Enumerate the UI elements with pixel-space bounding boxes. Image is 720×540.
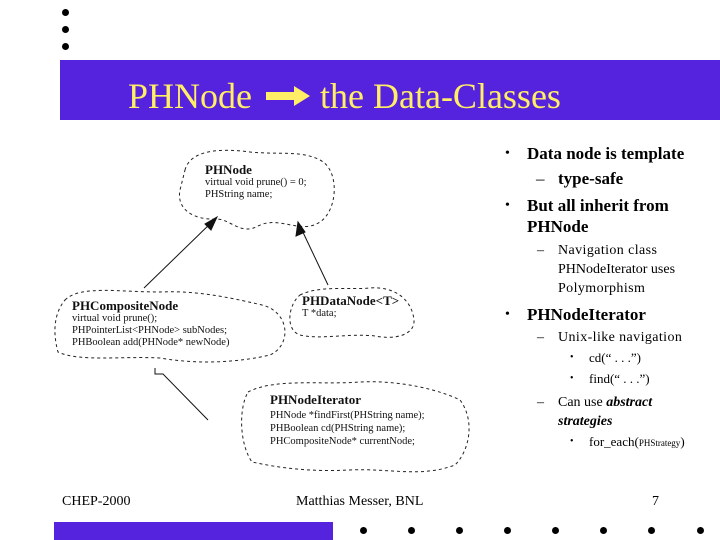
footer-left: CHEP-2000 xyxy=(62,494,131,509)
dash-icon: – xyxy=(537,395,544,410)
footer-center: Matthias Messer, BNL xyxy=(296,494,424,509)
class-member: PHCompositeNode* currentNode; xyxy=(270,436,415,447)
decor-dot xyxy=(552,527,559,534)
class-member: PHNode *findFirst(PHString name); xyxy=(270,410,425,421)
class-name: PHDataNode<T> xyxy=(302,293,400,308)
class-member: virtual void prune() = 0; xyxy=(205,177,307,188)
class-phnode: PHNode virtual void prune() = 0; PHStrin… xyxy=(205,162,307,201)
sub-bullet-text-plain: Can use xyxy=(558,395,607,410)
bullet-text: PHNodeIterator xyxy=(527,305,646,324)
code-arg-small: PHStrategy xyxy=(638,438,681,448)
bullet-icon: • xyxy=(505,198,510,213)
bullet-icon: • xyxy=(570,436,574,447)
class-member: PHPointerList<PHNode> subNodes; xyxy=(72,325,228,336)
decor-dot xyxy=(504,527,511,534)
class-phdatanode: PHDataNode<T> T *data; xyxy=(302,293,399,320)
sub-bullet-text: Unix-like navigation xyxy=(558,330,683,345)
decor-dot xyxy=(456,527,463,534)
bullet-icon: • xyxy=(570,352,574,363)
class-name: PHNode xyxy=(205,162,252,177)
bottom-banner xyxy=(54,522,333,540)
bullet-icon: • xyxy=(505,307,510,322)
class-member: PHBoolean add(PHNode* newNode) xyxy=(72,337,230,348)
class-name: PHCompositeNode xyxy=(72,298,179,313)
sub-bullet-text: Navigation class xyxy=(558,243,658,258)
bullet-text: Data node is template xyxy=(527,144,685,163)
sub-bullet-text: Can use abstract xyxy=(558,393,652,412)
decor-dot xyxy=(697,527,704,534)
dash-icon: – xyxy=(537,330,544,345)
dash-icon: – xyxy=(536,169,545,188)
sub-bullet-text-cont: Polymorphism xyxy=(558,281,646,296)
class-phnodeiterator: PHNodeIterator PHNode *findFirst(PHStrin… xyxy=(270,392,425,448)
sub-sub-bullet-text: find(“ . . .”) xyxy=(589,371,650,386)
datanode-to-phnode-line xyxy=(299,225,329,286)
sub-bullet-text-cont: strategies xyxy=(558,412,612,431)
sub-sub-bullet-text: for_each(PHStrategy) xyxy=(589,433,685,452)
sub-sub-bullet-text: cd(“ . . .”) xyxy=(589,350,641,365)
page-number: 7 xyxy=(652,494,659,509)
iterator-to-composite-line xyxy=(154,368,209,421)
decor-dot xyxy=(408,527,415,534)
bullet-icon: • xyxy=(570,373,574,384)
composite-to-phnode-line xyxy=(143,219,215,289)
class-member: T *data; xyxy=(302,308,337,319)
bullet-text-cont: PHNode xyxy=(527,217,589,236)
sub-bullet-text-cont: PHNodeIterator uses xyxy=(558,262,676,277)
decor-dot xyxy=(648,527,655,534)
bullet-text: But all inherit from xyxy=(527,196,669,215)
class-name: PHNodeIterator xyxy=(270,392,361,407)
class-member: virtual void prune(); xyxy=(72,313,158,324)
emphasis-text: abstract xyxy=(606,395,653,410)
class-member: PHString name; xyxy=(205,189,273,200)
class-member: PHBoolean cd(PHString name); xyxy=(270,423,406,434)
decor-dot xyxy=(360,527,367,534)
code-text: ) xyxy=(680,434,685,449)
sub-bullet-text: type-safe xyxy=(558,169,624,188)
dash-icon: – xyxy=(537,243,544,258)
class-phcompositenode: PHCompositeNode virtual void prune(); PH… xyxy=(72,298,229,349)
emphasis-text: strategies xyxy=(558,414,613,429)
bullet-icon: • xyxy=(505,146,510,161)
decor-dot xyxy=(600,527,607,534)
code-text: for_each( xyxy=(589,434,639,449)
